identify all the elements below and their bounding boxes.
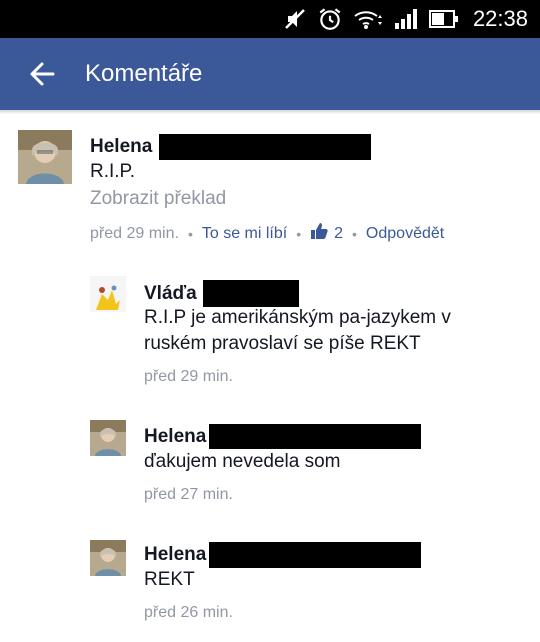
reply-text-line-1: R.I.P je amerikánským pa-jazykem v (144, 307, 451, 328)
page-title: Komentáře (85, 60, 203, 87)
comment: Helena R.I.P. Zobrazit překlad před 29 m… (0, 114, 540, 254)
redacted-surname (202, 280, 299, 307)
redacted-surname (209, 424, 422, 449)
wifi-icon (353, 7, 383, 31)
mute-icon (283, 7, 307, 31)
avatar[interactable] (90, 540, 126, 576)
reply: Helena ďakujem nevedela som před 27 min. (0, 410, 540, 520)
separator-dot: • (352, 225, 357, 242)
thumbs-up-icon (310, 222, 328, 245)
like-button[interactable]: To se mi líbí (202, 225, 287, 243)
reply-text: ďakujem nevedela som (144, 451, 341, 472)
avatar[interactable] (90, 420, 126, 456)
reply-time: před 29 min. (144, 368, 233, 385)
reply-meta: před 26 min. (144, 604, 233, 622)
author-row: Helena (90, 134, 372, 160)
separator-dot: • (296, 225, 302, 242)
redacted-surname (159, 134, 372, 160)
reply-time: před 27 min. (144, 486, 233, 503)
author-name[interactable]: Helena (144, 544, 206, 566)
like-count[interactable]: 2 (310, 222, 343, 245)
author-name[interactable]: Helena (144, 426, 206, 448)
reply-button[interactable]: Odpovědět (366, 225, 444, 243)
back-arrow-icon[interactable] (28, 60, 56, 88)
comment-time: před 29 min. (90, 224, 179, 242)
battery-icon (428, 8, 459, 30)
like-count-value: 2 (334, 224, 344, 242)
author-row: Helena (144, 424, 422, 449)
reply: Helena REKT před 26 min. (0, 528, 540, 638)
avatar[interactable] (18, 130, 72, 184)
comment-text: R.I.P. (90, 161, 136, 182)
status-bar: 22:38 (0, 0, 540, 38)
reply-meta: před 27 min. (144, 486, 233, 504)
author-row: Helena (144, 542, 422, 568)
comment-meta: před 29 min. • To se mi líbí • 2 • Odpov… (90, 222, 444, 245)
reply-time: před 26 min. (144, 604, 233, 621)
redacted-surname (209, 542, 422, 568)
signal-icon (393, 7, 419, 31)
status-icons: 22:38 (283, 0, 528, 38)
separator-dot: • (187, 225, 193, 242)
translate-link[interactable]: Zobrazit překlad (90, 188, 226, 210)
reply-text-line-2: ruském pravoslaví se píše REKT (144, 333, 421, 354)
author-name[interactable]: Helena (90, 136, 152, 158)
alarm-icon (317, 6, 343, 32)
clock-time: 22:38 (472, 6, 528, 31)
app-bar: Komentáře (0, 38, 540, 110)
author-name[interactable]: Vláďa (144, 283, 197, 305)
avatar[interactable] (90, 276, 126, 312)
reply-meta: před 29 min. (144, 368, 233, 386)
author-row: Vláďa (144, 280, 299, 307)
reply-text: REKT (144, 569, 195, 590)
reply: Vláďa R.I.P je amerikánským pa-jazykem v… (0, 262, 540, 402)
